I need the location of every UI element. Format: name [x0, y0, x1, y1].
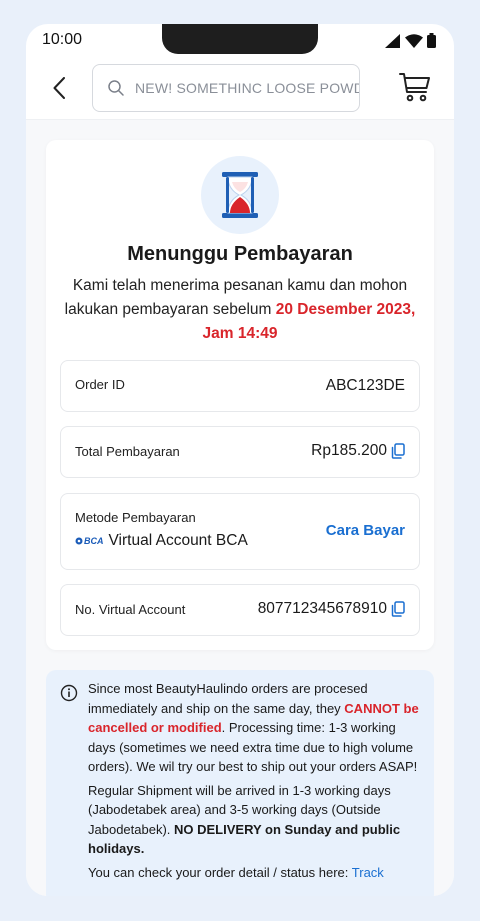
- virtual-account-value-group: 807712345678910: [258, 600, 405, 618]
- status-bar: 10:00: [26, 24, 454, 60]
- wifi-icon: [405, 33, 423, 48]
- info-text-segment: You can check your order detail / status…: [88, 864, 352, 880]
- search-icon: [108, 80, 124, 96]
- copy-icon[interactable]: [391, 443, 405, 459]
- cart-icon: [399, 73, 430, 102]
- virtual-account-label: No. Virtual Account: [75, 602, 186, 617]
- phone-screen: 10:00 NEW! SOMETHINC LOOSE POWDE... Menu…: [26, 24, 454, 896]
- info-text: Since most BeautyHaulindo orders are pro…: [88, 679, 420, 886]
- payment-card: Menunggu Pembayaran Kami telah menerima …: [46, 140, 434, 650]
- status-time: 10:00: [42, 31, 83, 48]
- back-button[interactable]: [48, 75, 70, 101]
- signal-icon: [385, 33, 400, 48]
- info-text-segment: Since most BeautyHaulindo orders are pro…: [88, 681, 368, 716]
- virtual-account-number: 807712345678910: [257, 600, 387, 617]
- info-paragraph-processing: Since most BeautyHaulindo orders are pro…: [88, 679, 420, 777]
- camera-notch: [162, 24, 318, 54]
- how-to-pay-link[interactable]: Cara Bayar: [326, 522, 405, 539]
- payment-method-row: Metode Pembayaran BCA Virtual Account BC…: [60, 493, 420, 570]
- search-input[interactable]: [135, 80, 359, 96]
- total-payment-value: Rp185.200: [311, 442, 387, 459]
- page-content: Menunggu Pembayaran Kami telah menerima …: [26, 120, 454, 896]
- status-icons: [385, 33, 436, 48]
- info-paragraph-shipment: Regular Shipment will be arrived in 1-3 …: [88, 781, 420, 859]
- order-id-row: Order ID ABC123DE: [60, 360, 420, 412]
- total-payment-row: Total Pembayaran Rp185.200: [60, 426, 420, 478]
- top-nav-bar: [26, 60, 454, 120]
- info-icon: [60, 684, 78, 702]
- total-payment-value-group: Rp185.200: [311, 442, 405, 460]
- search-bar[interactable]: [92, 64, 360, 112]
- battery-icon: [427, 33, 436, 48]
- back-arrow-icon: [53, 77, 65, 99]
- copy-icon[interactable]: [391, 601, 405, 617]
- payment-instruction: Kami telah menerima pesanan kamu dan moh…: [56, 274, 424, 346]
- cart-button[interactable]: [398, 70, 432, 104]
- shipping-info-box: Since most BeautyHaulindo orders are pro…: [46, 670, 434, 896]
- hourglass-icon: [222, 172, 258, 218]
- bca-logo: BCA: [75, 536, 104, 546]
- total-payment-label: Total Pembayaran: [75, 444, 180, 459]
- payment-method: BCA Virtual Account BCA: [75, 532, 248, 550]
- hourglass-badge: [201, 156, 279, 234]
- track-order-link[interactable]: Track: [352, 865, 384, 880]
- order-id-label: Order ID: [75, 377, 125, 392]
- order-id-value: ABC123DE: [325, 377, 405, 394]
- bca-logo-text: BCA: [84, 536, 104, 546]
- payment-method-label: Metode Pembayaran: [75, 510, 196, 525]
- page-title: Menunggu Pembayaran: [127, 243, 353, 265]
- bca-emblem-icon: [75, 537, 83, 545]
- virtual-account-row: No. Virtual Account 807712345678910: [60, 584, 420, 636]
- info-paragraph-tracking: You can check your order detail / status…: [88, 863, 420, 883]
- payment-method-value: Virtual Account BCA: [108, 532, 248, 549]
